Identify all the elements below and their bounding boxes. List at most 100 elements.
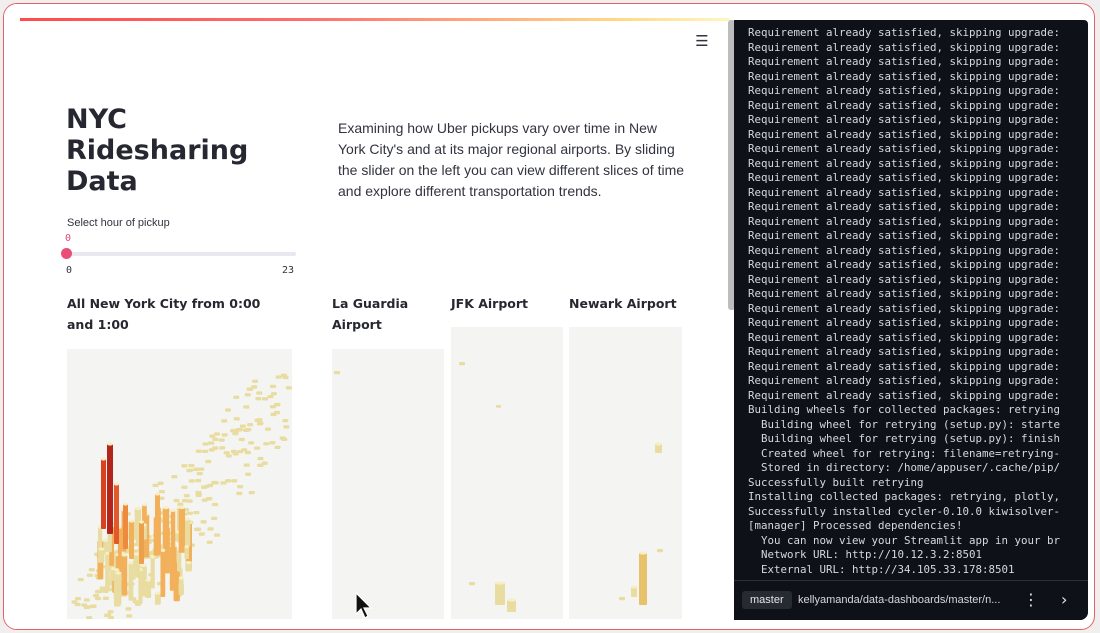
hexagon-cell — [208, 448, 215, 452]
hexagon-cell — [107, 610, 114, 614]
terminal-line: [manager] Processed dependencies! — [748, 519, 963, 532]
hexagon-cell — [208, 441, 215, 445]
hexagon-cell — [230, 449, 237, 454]
hexagon-cell — [469, 582, 475, 586]
hexagon-cell — [102, 596, 109, 600]
hexagon-column — [160, 550, 166, 598]
hexagon-column-top — [128, 561, 134, 565]
hexagon-cell — [261, 461, 268, 465]
hexagon-cell — [262, 397, 269, 401]
hexagon-cell — [244, 393, 251, 397]
hour-slider-thumb[interactable] — [61, 248, 72, 259]
hexagon-cell — [177, 502, 184, 506]
hexagon-cell — [237, 485, 244, 489]
hexagon-cell — [245, 428, 252, 432]
terminal-line: Requirement already satisfied, skipping … — [748, 258, 1061, 271]
hexagon-column — [128, 562, 134, 601]
hexagon-cell — [187, 511, 194, 515]
mouse-pointer-icon — [354, 591, 373, 624]
slider-max-label: 23 — [282, 265, 295, 276]
hexagon-column — [107, 444, 113, 534]
hexagon-cell — [205, 459, 212, 464]
terminal-line: Requirement already satisfied, skipping … — [748, 69, 1061, 83]
hexagon-column — [101, 459, 106, 529]
hexagon-column-top — [631, 585, 637, 589]
hexagon-cell — [274, 445, 281, 450]
hexagon-cell — [274, 402, 281, 407]
hexagon-cell — [236, 427, 243, 432]
hexagon-column-top — [184, 545, 189, 549]
slider-label: Select hour of pickup — [67, 217, 170, 229]
hexagon-cell — [243, 463, 250, 467]
page-title: NYC Ridesharing Data — [66, 104, 249, 197]
hexagon-cell — [107, 616, 114, 619]
terminal-line: Successfully installed cycler-0.10.0 kiw… — [748, 504, 1061, 518]
hexagon-cell — [200, 520, 207, 524]
hexagon-cell — [195, 478, 202, 483]
chevron-right-icon[interactable]: › — [1061, 590, 1067, 609]
nyc-map-heading: All New York City from 0:00 and 1:00 — [67, 296, 261, 332]
terminal-line: Requirement already satisfied, skipping … — [748, 156, 1061, 170]
hexagon-cell — [248, 490, 255, 495]
kebab-menu-icon[interactable]: ⋮ — [1023, 590, 1039, 609]
hexagon-cell — [193, 467, 200, 471]
terminal-line: Stored in directory: /home/appuser/.cach… — [748, 461, 1061, 474]
terminal-line: Requirement already satisfied, skipping … — [748, 287, 1061, 300]
terminal-line: External URL: http://34.105.33.178:8501 — [748, 562, 1015, 576]
hexagon-cell — [459, 362, 465, 366]
hexagon-column-top — [170, 508, 176, 512]
hexagon-column-top — [178, 505, 185, 510]
hexagon-cell — [256, 418, 263, 422]
hexagon-column — [145, 579, 152, 599]
hexagon-cell — [282, 375, 289, 380]
repo-path: kellyamanda/data-dashboards/master/n... — [798, 594, 1001, 606]
hexagon-cell — [221, 433, 228, 437]
branch-badge[interactable]: master — [742, 591, 792, 609]
newark-hexagon-map[interactable] — [569, 327, 682, 619]
hexagon-column-top — [139, 520, 144, 524]
hexagon-column — [123, 504, 128, 549]
terminal-line: Requirement already satisfied, skipping … — [748, 127, 1061, 141]
hexagon-cell — [248, 441, 255, 445]
laguardia-map-canvas — [334, 371, 340, 375]
hexagon-cell — [198, 532, 205, 536]
hexagon-column — [150, 557, 155, 589]
hexagon-cell — [619, 597, 625, 601]
terminal-line: Requirement already satisfied, skipping … — [748, 272, 1061, 286]
terminal-line: Requirement already satisfied, skipping … — [748, 229, 1061, 242]
hexagon-cell — [86, 573, 93, 577]
hexagon-cell — [238, 437, 245, 442]
nyc-hexagon-map[interactable] — [67, 349, 292, 619]
hexagon-cell — [92, 593, 99, 598]
terminal-line: Building wheel for retrying (setup.py): … — [748, 417, 1061, 431]
hexagon-column-top — [115, 571, 122, 575]
terminal-line: Requirement already satisfied, skipping … — [748, 26, 1061, 39]
hexagon-cell — [252, 379, 259, 383]
slider-min-label: 0 — [66, 265, 73, 276]
terminal-log: Requirement already satisfied, skipping … — [748, 26, 1088, 577]
hexagon-column — [121, 554, 128, 596]
jfk-map-heading: JFK Airport — [451, 296, 529, 311]
hexagon-cell — [202, 449, 209, 454]
terminal-line: Requirement already satisfied, skipping … — [748, 374, 1061, 387]
app-loading-bar — [20, 18, 730, 21]
terminal-line: Successfully built retrying — [748, 475, 924, 489]
hexagon-cell — [213, 533, 220, 537]
hexagon-cell — [211, 480, 218, 485]
hexagon-column-top — [129, 519, 134, 523]
hamburger-menu-icon[interactable]: ☰ — [694, 34, 710, 49]
laguardia-hexagon-map[interactable] — [332, 349, 444, 619]
jfk-hexagon-map[interactable] — [451, 327, 563, 619]
terminal-line: Installing collected packages: retrying,… — [748, 490, 1061, 503]
hexagon-cell — [195, 493, 202, 498]
newark-map-canvas — [619, 442, 663, 605]
hour-slider-track[interactable] — [66, 252, 296, 256]
hexagon-column-top — [123, 502, 128, 506]
hexagon-cell — [245, 472, 252, 476]
terminal-line: Building wheel for retrying (setup.py): … — [748, 432, 1061, 445]
terminal-line: Requirement already satisfied, skipping … — [748, 40, 1061, 54]
hexagon-cell — [203, 484, 210, 489]
hexagon-cell — [225, 479, 232, 483]
hexagon-cell — [84, 605, 91, 609]
hexagon-cell — [75, 596, 82, 601]
